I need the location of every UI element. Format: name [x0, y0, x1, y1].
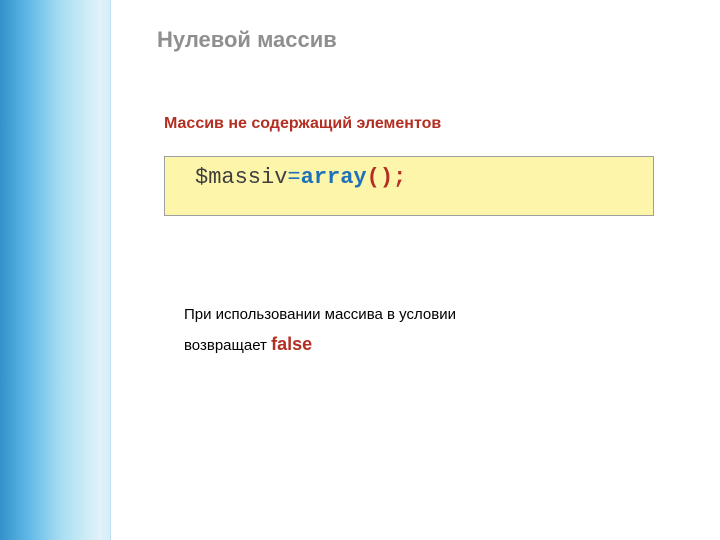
code-close-paren: );	[380, 165, 406, 190]
slide-title: Нулевой массив	[157, 27, 337, 53]
false-keyword: false	[271, 334, 312, 354]
code-keyword: array	[301, 165, 367, 190]
sidebar-decoration	[0, 0, 111, 540]
slide: Нулевой массив Массив не содержащий элем…	[0, 0, 720, 540]
slide-subtitle: Массив не содержащий элементов	[164, 115, 441, 133]
note-line2-prefix: возвращает	[184, 337, 271, 354]
note-text: При использовании массива в условии возв…	[184, 301, 614, 360]
code-open-paren: (	[367, 165, 380, 190]
code-block: $massiv=array();	[164, 156, 654, 216]
note-line1: При использовании массива в условии	[184, 306, 456, 323]
code-assign: =	[287, 165, 300, 190]
code-variable: $massiv	[195, 165, 287, 190]
